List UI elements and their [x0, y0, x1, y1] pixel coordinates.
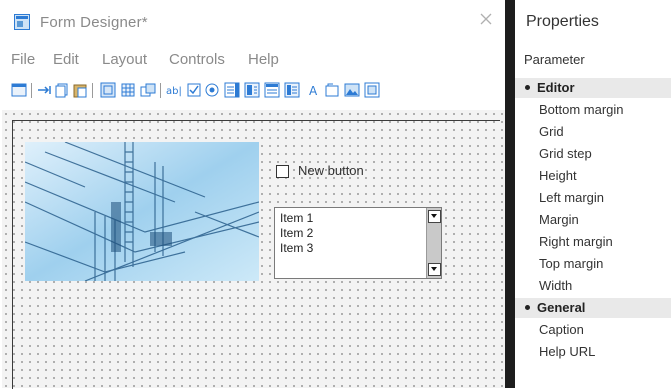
label-icon[interactable]: A — [306, 82, 322, 98]
listbox-icon[interactable] — [224, 82, 240, 98]
category-editor[interactable]: Editor — [537, 80, 575, 95]
list-item[interactable]: Item 3 — [280, 241, 313, 255]
properties-title: Properties — [526, 13, 599, 30]
combobox-icon[interactable] — [244, 82, 260, 98]
parameter-column-header: Parameter — [524, 52, 585, 67]
property-right-margin[interactable]: Right margin — [539, 234, 613, 249]
property-grid[interactable]: Grid — [539, 124, 564, 139]
image-control[interactable] — [25, 142, 259, 281]
chevron-down-icon[interactable] — [428, 263, 441, 276]
form-designer-app-icon — [14, 14, 30, 30]
listview-icon[interactable] — [264, 82, 280, 98]
list-item[interactable]: Item 1 — [280, 211, 313, 225]
paste-icon[interactable] — [72, 82, 88, 98]
bullet-icon — [525, 305, 530, 310]
size-icon[interactable] — [140, 82, 156, 98]
property-bottom-margin[interactable]: Bottom margin — [539, 102, 624, 117]
svg-text:A: A — [309, 84, 318, 98]
property-grid-step[interactable]: Grid step — [539, 146, 592, 161]
menu-help[interactable]: Help — [248, 51, 279, 68]
checkbox-label: New button — [298, 163, 364, 178]
window-title: Form Designer* — [40, 14, 148, 31]
menu-controls[interactable]: Controls — [169, 51, 225, 68]
new-button-checkbox[interactable]: New button — [276, 163, 406, 181]
grid-icon[interactable] — [120, 82, 136, 98]
chevron-down-icon[interactable] — [428, 210, 441, 223]
toolbar-separator — [92, 83, 93, 98]
property-width[interactable]: Width — [539, 278, 572, 293]
title-bar: Form Designer* — [0, 0, 505, 36]
form-icon[interactable] — [11, 82, 27, 98]
construction-image — [25, 142, 259, 281]
panel-divider[interactable] — [505, 0, 515, 388]
menu-edit[interactable]: Edit — [53, 51, 79, 68]
checkbox-icon[interactable] — [186, 82, 202, 98]
copy-icon[interactable] — [54, 82, 70, 98]
tab-order-icon[interactable] — [36, 82, 52, 98]
property-margin[interactable]: Margin — [539, 212, 579, 227]
menu-file[interactable]: File — [11, 51, 35, 68]
treeview-icon[interactable] — [284, 82, 300, 98]
listbox-scrollbar[interactable] — [426, 208, 441, 278]
property-left-margin[interactable]: Left margin — [539, 190, 604, 205]
toolbar-separator — [160, 83, 161, 98]
properties-panel: Properties Parameter Editor Bottom margi… — [515, 0, 671, 388]
form-designer-window: Form Designer* File Edit Layout Controls… — [0, 0, 505, 389]
property-caption[interactable]: Caption — [539, 322, 584, 337]
close-icon[interactable] — [478, 11, 494, 27]
radio-icon[interactable] — [204, 82, 220, 98]
list-item[interactable]: Item 2 — [280, 226, 313, 240]
property-top-margin[interactable]: Top margin — [539, 256, 603, 271]
toolbar-separator — [31, 83, 32, 98]
svg-text:ab|: ab| — [166, 86, 182, 97]
more-icon[interactable] — [364, 82, 380, 98]
checkbox-box[interactable] — [276, 165, 289, 178]
listbox-control[interactable]: Item 1 Item 2 Item 3 — [274, 207, 442, 279]
align-icon[interactable] — [100, 82, 116, 98]
category-general[interactable]: General — [537, 300, 585, 315]
property-help-url[interactable]: Help URL — [539, 344, 595, 359]
textbox-icon[interactable]: ab| — [166, 82, 182, 98]
image-icon[interactable] — [344, 82, 360, 98]
frame-icon[interactable] — [324, 82, 340, 98]
bullet-icon — [525, 85, 530, 90]
toolbar: ab| A — [0, 80, 505, 102]
menu-layout[interactable]: Layout — [102, 51, 147, 68]
property-height[interactable]: Height — [539, 168, 577, 183]
